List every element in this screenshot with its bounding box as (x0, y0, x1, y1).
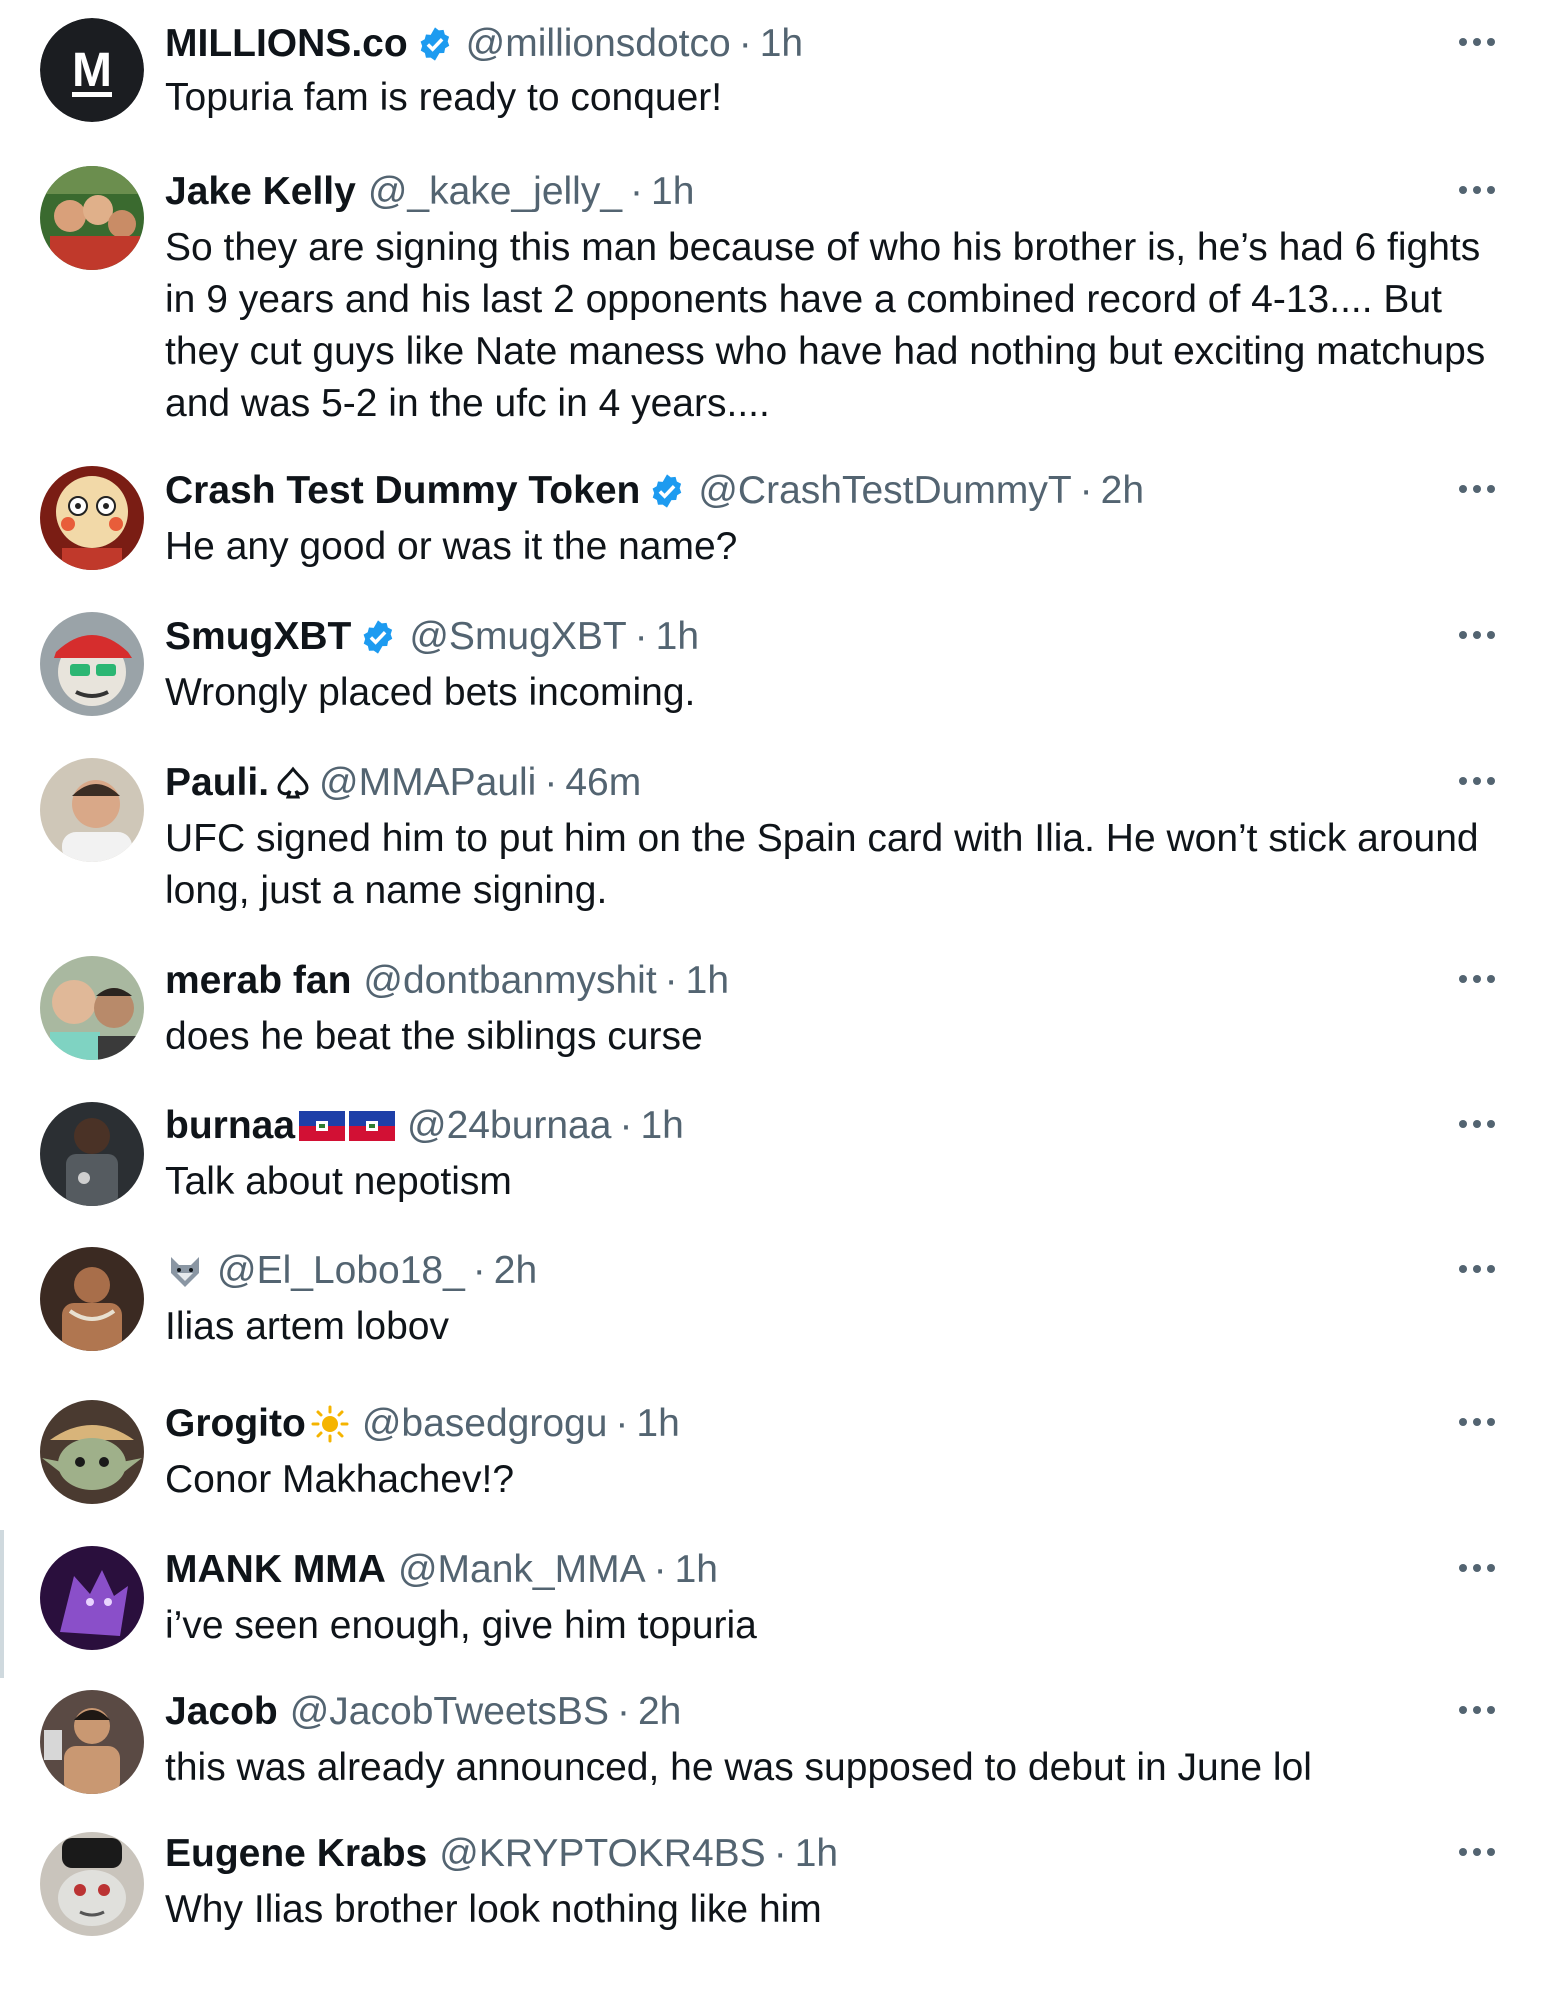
avatar[interactable] (40, 1400, 144, 1504)
more-options-icon[interactable] (1449, 1402, 1505, 1442)
separator-dot: · (1079, 469, 1093, 512)
author-handle[interactable]: @SmugXBT (409, 609, 626, 665)
avatar[interactable] (40, 166, 144, 270)
timestamp[interactable]: 1h (651, 164, 694, 220)
avatar[interactable] (40, 466, 144, 570)
tweet-text: Conor Makhachev!? (165, 1458, 515, 1501)
timestamp[interactable]: 2h (1101, 463, 1144, 519)
separator-dot: · (773, 1832, 787, 1875)
author-name[interactable]: merab fan (165, 953, 351, 1009)
separator-dot: · (544, 761, 558, 804)
avatar[interactable] (40, 758, 144, 862)
tweet-text: i’ve seen enough, give him topuria (165, 1604, 757, 1647)
tweet-text: Why Ilias brother look nothing like him (165, 1888, 822, 1931)
author-name[interactable]: Crash Test Dummy Token (165, 463, 640, 519)
wolf-emoji-icon (165, 1251, 205, 1291)
spade-outline-icon (273, 763, 313, 803)
tweet-text: this was already announced, he was suppo… (165, 1746, 1312, 1789)
separator-dot: · (738, 22, 752, 65)
more-options-icon[interactable] (1449, 761, 1505, 801)
author-name[interactable]: Grogito (165, 1396, 306, 1452)
timestamp[interactable]: 2h (494, 1243, 537, 1299)
tweet-text: Ilias artem lobov (165, 1305, 449, 1348)
haiti-flag-icon (299, 1111, 346, 1141)
author-name[interactable]: Jake Kelly (165, 164, 356, 220)
timestamp[interactable]: 2h (638, 1684, 681, 1740)
haiti-flag-icon (349, 1111, 396, 1141)
author-handle[interactable]: @24burnaa (407, 1098, 611, 1154)
more-options-icon[interactable] (1449, 22, 1505, 62)
tweet-text: UFC signed him to put him on the Spain c… (165, 817, 1479, 912)
more-options-icon[interactable] (1449, 469, 1505, 509)
tweet-text: Wrongly placed bets incoming. (165, 671, 696, 714)
timestamp[interactable]: 1h (636, 1396, 679, 1452)
author-name[interactable]: Pauli. (165, 755, 269, 811)
author-handle[interactable]: @KRYPTOKR4BS (439, 1826, 765, 1882)
avatar[interactable] (40, 1247, 144, 1351)
author-handle[interactable]: @MMAPauli (319, 755, 536, 811)
avatar[interactable]: M (40, 18, 144, 122)
author-name[interactable]: MANK MMA (165, 1542, 386, 1598)
separator-dot: · (616, 1690, 630, 1733)
author-name[interactable]: Eugene Krabs (165, 1826, 427, 1882)
avatar[interactable] (40, 1832, 144, 1936)
more-options-icon[interactable] (1449, 1104, 1505, 1144)
author-handle[interactable]: @Mank_MMA (398, 1542, 646, 1598)
avatar[interactable] (40, 1102, 144, 1206)
author-handle[interactable]: @El_Lobo18_ (217, 1243, 465, 1299)
separator-dot: · (619, 1104, 633, 1147)
timestamp[interactable]: 46m (565, 755, 641, 811)
separator-dot: · (653, 1548, 667, 1591)
author-handle[interactable]: @JacobTweetsBS (290, 1684, 609, 1740)
separator-dot: · (472, 1249, 486, 1292)
sun-emoji-icon (310, 1404, 350, 1444)
avatar[interactable] (40, 1690, 144, 1794)
timestamp[interactable]: 1h (640, 1098, 683, 1154)
author-name[interactable]: SmugXBT (165, 609, 351, 665)
timestamp[interactable]: 1h (686, 953, 729, 1009)
author-handle[interactable]: @CrashTestDummyT (698, 463, 1071, 519)
timestamp[interactable]: 1h (656, 609, 699, 665)
svg-text:M: M (72, 44, 112, 97)
author-handle[interactable]: @basedgrogu (362, 1396, 608, 1452)
more-options-icon[interactable] (1449, 1690, 1505, 1730)
timestamp[interactable]: 1h (760, 16, 803, 72)
more-options-icon[interactable] (1449, 1832, 1505, 1872)
tweet-text: Talk about nepotism (165, 1160, 512, 1203)
avatar[interactable] (40, 956, 144, 1060)
author-name[interactable]: MILLIONS.co (165, 16, 408, 72)
author-handle[interactable]: @_kake_jelly_ (368, 164, 622, 220)
tweet-text: So they are signing this man because of … (165, 226, 1486, 425)
more-options-icon[interactable] (1449, 170, 1505, 210)
thread-divider (0, 1530, 4, 1678)
author-handle[interactable]: @millionsdotco (466, 16, 731, 72)
separator-dot: · (615, 1402, 629, 1445)
separator-dot: · (664, 959, 678, 1002)
timestamp[interactable]: 1h (675, 1542, 718, 1598)
verified-badge-icon (359, 618, 397, 656)
avatar[interactable] (40, 612, 144, 716)
author-handle[interactable]: @dontbanmyshit (363, 953, 656, 1009)
more-options-icon[interactable] (1449, 1548, 1505, 1588)
verified-badge-icon (648, 472, 686, 510)
avatar[interactable] (40, 1546, 144, 1650)
separator-dot: · (634, 615, 648, 658)
tweet-text: Topuria fam is ready to conquer! (165, 76, 723, 119)
author-name[interactable]: Jacob (165, 1684, 278, 1740)
more-options-icon[interactable] (1449, 1249, 1505, 1289)
tweet-text: does he beat the siblings curse (165, 1015, 703, 1058)
timestamp[interactable]: 1h (795, 1826, 838, 1882)
tweet-text: He any good or was it the name? (165, 525, 738, 568)
separator-dot: · (630, 170, 644, 213)
more-options-icon[interactable] (1449, 959, 1505, 999)
author-name[interactable]: burnaa (165, 1098, 295, 1154)
more-options-icon[interactable] (1449, 615, 1505, 655)
verified-badge-icon (416, 25, 454, 63)
